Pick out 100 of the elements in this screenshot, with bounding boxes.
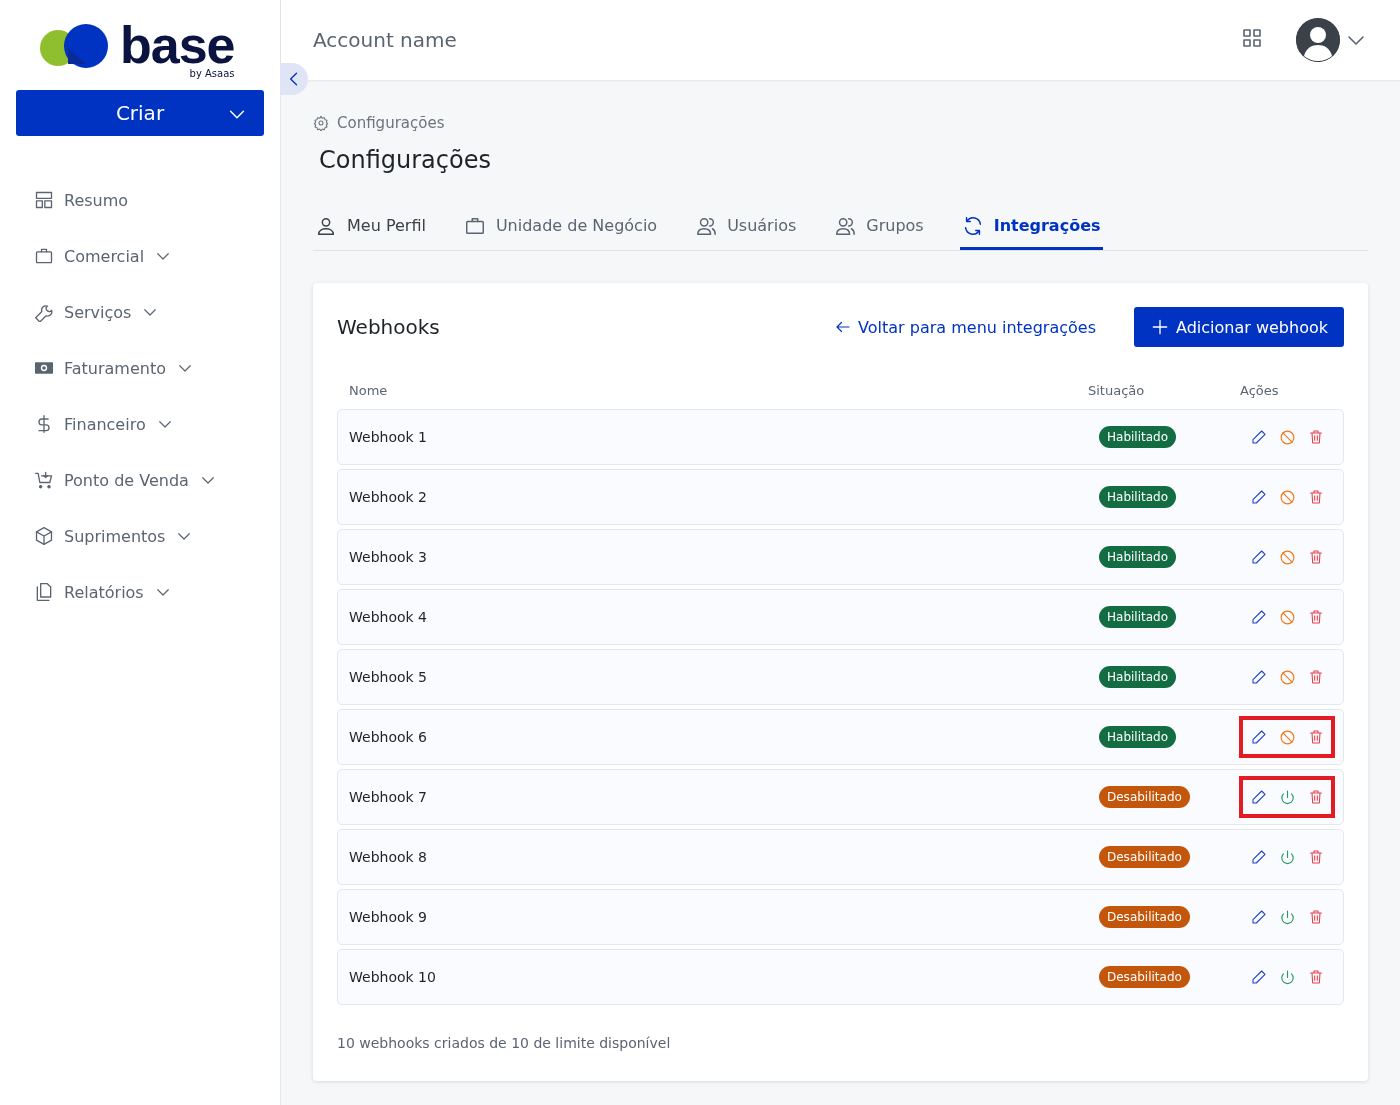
settings-tab[interactable]: Grupos (832, 204, 926, 250)
status-badge: Habilitado (1099, 486, 1176, 508)
disable-button[interactable] (1278, 428, 1296, 446)
column-header: Ações (1240, 382, 1280, 398)
webhook-name: Webhook 7 (349, 789, 428, 805)
settings-tab[interactable]: Integrações (959, 204, 1103, 250)
edit-button[interactable] (1250, 849, 1267, 865)
sidebar-item[interactable]: Ponto de Venda (0, 452, 280, 508)
delete-button[interactable] (1307, 909, 1324, 925)
limit-note: 10 webhooks criados de 10 de limite disponível (337, 1035, 672, 1051)
delete-button[interactable] (1307, 969, 1324, 985)
sidebar-item[interactable]: Financeiro (0, 396, 280, 452)
edit-button[interactable] (1250, 729, 1267, 745)
delete-button[interactable] (1307, 669, 1324, 685)
disable-button[interactable] (1278, 668, 1296, 686)
logo-tagline: by Asaas (189, 68, 235, 79)
webhook-name: Webhook 3 (349, 549, 428, 565)
trash-icon (1307, 969, 1324, 985)
trash-icon (1307, 489, 1324, 505)
sidebar-item[interactable]: Serviços (0, 284, 280, 340)
webhook-name: Webhook 6 (349, 729, 428, 745)
box-icon (34, 526, 54, 546)
trash-icon (1307, 609, 1324, 625)
sidebar-item[interactable]: Suprimentos (0, 508, 280, 564)
block-icon (1278, 668, 1296, 686)
disable-button[interactable] (1278, 548, 1296, 566)
column-header: Situação (1088, 382, 1146, 398)
breadcrumb-text: Configurações (337, 114, 445, 132)
pencil-icon (1250, 789, 1267, 805)
trash-icon (1307, 849, 1324, 865)
trash-icon (1307, 669, 1324, 685)
block-icon (1278, 728, 1296, 746)
delete-button[interactable] (1307, 549, 1324, 565)
edit-button[interactable] (1250, 669, 1267, 685)
power-icon (1278, 848, 1296, 866)
delete-button[interactable] (1307, 849, 1324, 865)
avatar-icon[interactable] (1296, 18, 1340, 62)
add-webhook-button[interactable]: Adicionar webhook (1134, 307, 1344, 347)
pencil-icon (1250, 489, 1267, 505)
settings-tab[interactable]: Usuários (693, 204, 799, 250)
power-icon (1278, 788, 1296, 806)
enable-button[interactable] (1278, 848, 1296, 866)
pencil-icon (1250, 429, 1267, 445)
delete-button[interactable] (1307, 789, 1324, 805)
webhook-name: Webhook 8 (349, 849, 428, 865)
back-link[interactable]: Voltar para menu integrações (828, 316, 1102, 338)
status-badge: Habilitado (1099, 426, 1176, 448)
delete-button[interactable] (1307, 429, 1324, 445)
wrench-icon (34, 302, 54, 322)
trash-icon (1307, 789, 1324, 805)
webhook-name: Webhook 10 (349, 969, 437, 985)
status-badge: Habilitado (1099, 726, 1176, 748)
block-icon (1278, 548, 1296, 566)
layout-icon (34, 190, 54, 210)
power-icon (1278, 968, 1296, 986)
disable-button[interactable] (1278, 728, 1296, 746)
sidebar-item[interactable]: Resumo (0, 172, 280, 228)
trash-icon (1307, 549, 1324, 565)
edit-button[interactable] (1250, 909, 1267, 925)
enable-button[interactable] (1278, 788, 1296, 806)
delete-button[interactable] (1307, 729, 1324, 745)
create-button[interactable]: Criar (16, 90, 264, 136)
webhook-name: Webhook 2 (349, 489, 428, 505)
edit-button[interactable] (1250, 789, 1267, 805)
block-icon (1278, 488, 1296, 506)
document-icon (34, 582, 54, 602)
logo-icon (38, 24, 110, 68)
apps-grid-icon (1240, 26, 1264, 50)
status-badge: Habilitado (1099, 546, 1176, 568)
disable-button[interactable] (1278, 608, 1296, 626)
sidebar-item[interactable]: Faturamento (0, 340, 280, 396)
trash-icon (1307, 909, 1324, 925)
sidebar-item[interactable]: Comercial (0, 228, 280, 284)
settings-tab[interactable]: Unidade de Negócio (461, 204, 660, 250)
enable-button[interactable] (1278, 908, 1296, 926)
enable-button[interactable] (1278, 968, 1296, 986)
card-title: Webhooks (337, 315, 441, 339)
trash-icon (1307, 729, 1324, 745)
pencil-icon (1250, 669, 1267, 685)
block-icon (1278, 428, 1296, 446)
gear-icon (313, 115, 329, 131)
disable-button[interactable] (1278, 488, 1296, 506)
edit-button[interactable] (1250, 549, 1267, 565)
status-badge: Desabilitado (1099, 846, 1190, 868)
briefcase-icon (34, 246, 54, 266)
collapse-button[interactable] (280, 63, 308, 95)
plus-icon (1150, 317, 1170, 337)
delete-button[interactable] (1307, 609, 1324, 625)
edit-button[interactable] (1250, 429, 1267, 445)
column-header: Nome (349, 382, 389, 398)
block-icon (1278, 608, 1296, 626)
edit-button[interactable] (1250, 489, 1267, 505)
cart-icon (34, 470, 54, 490)
sidebar-item[interactable]: Relatórios (0, 564, 280, 620)
status-badge: Desabilitado (1099, 966, 1190, 988)
settings-tab[interactable]: Meu Perfil (313, 204, 428, 250)
logo-wordmark: base (120, 22, 235, 68)
delete-button[interactable] (1307, 489, 1324, 505)
edit-button[interactable] (1250, 609, 1267, 625)
edit-button[interactable] (1250, 969, 1267, 985)
